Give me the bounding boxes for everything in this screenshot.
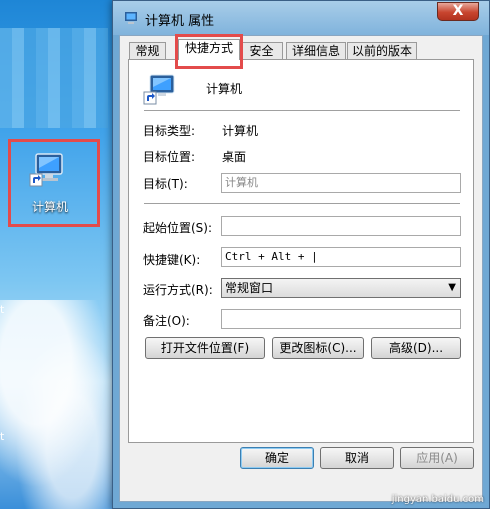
open-file-location-button[interactable]: 打开文件位置(F) (145, 337, 265, 359)
tab-security[interactable]: 安全 (240, 42, 283, 60)
run-dropdown-value: 常规窗口 (225, 281, 274, 295)
desktop-edge-text: t (0, 303, 5, 316)
separator (144, 203, 460, 204)
watermark: jingyan.baidu.com (391, 494, 484, 505)
target-location-label: 目标位置: (143, 150, 196, 164)
target-type-label: 目标类型: (143, 124, 196, 138)
dropdown-arrow-icon: ▼ (448, 282, 456, 293)
window-title: 计算机 属性 (145, 14, 215, 29)
computer-icon[interactable] (28, 150, 68, 190)
target-label: 目标(T): (143, 177, 188, 191)
comment-label: 备注(O): (143, 314, 190, 328)
advanced-button[interactable]: 高级(D)... (371, 337, 461, 359)
close-button[interactable]: X (437, 2, 479, 21)
start-in-label: 起始位置(S): (143, 221, 213, 235)
desktop-edge-text: t (0, 430, 5, 443)
cancel-button[interactable]: 取消 (320, 447, 394, 469)
apply-button[interactable]: 应用(A) (400, 447, 474, 469)
run-label: 运行方式(R): (143, 283, 213, 297)
desktop-icon-label[interactable]: 计算机 (20, 198, 80, 215)
close-icon: X (452, 3, 464, 19)
comment-field[interactable] (221, 309, 461, 329)
ok-button[interactable]: 确定 (240, 447, 314, 469)
target-type-value: 计算机 (222, 124, 259, 138)
run-dropdown[interactable]: 常规窗口 ▼ (221, 278, 461, 298)
separator (144, 110, 460, 111)
tab-shortcut[interactable]: 快捷方式 (178, 39, 240, 60)
tab-general[interactable]: 常规 (129, 42, 166, 60)
start-in-field[interactable] (221, 216, 461, 236)
shortcut-name: 计算机 (206, 82, 243, 96)
desktop-blurred-area (0, 28, 108, 128)
title-bar[interactable]: 计算机 属性 X (113, 1, 489, 35)
target-field[interactable]: 计算机 (221, 173, 461, 193)
hotkey-field[interactable]: Ctrl + Alt + | (221, 247, 461, 267)
hotkey-label: 快捷键(K): (143, 253, 201, 267)
change-icon-button[interactable]: 更改图标(C)... (272, 337, 364, 359)
tab-previous-versions[interactable]: 以前的版本 (347, 42, 417, 60)
tab-details[interactable]: 详细信息 (286, 42, 346, 60)
computer-icon (143, 74, 175, 105)
target-location-value: 桌面 (222, 150, 247, 164)
computer-icon (125, 12, 137, 24)
desktop-cloud-wallpaper (0, 300, 120, 509)
